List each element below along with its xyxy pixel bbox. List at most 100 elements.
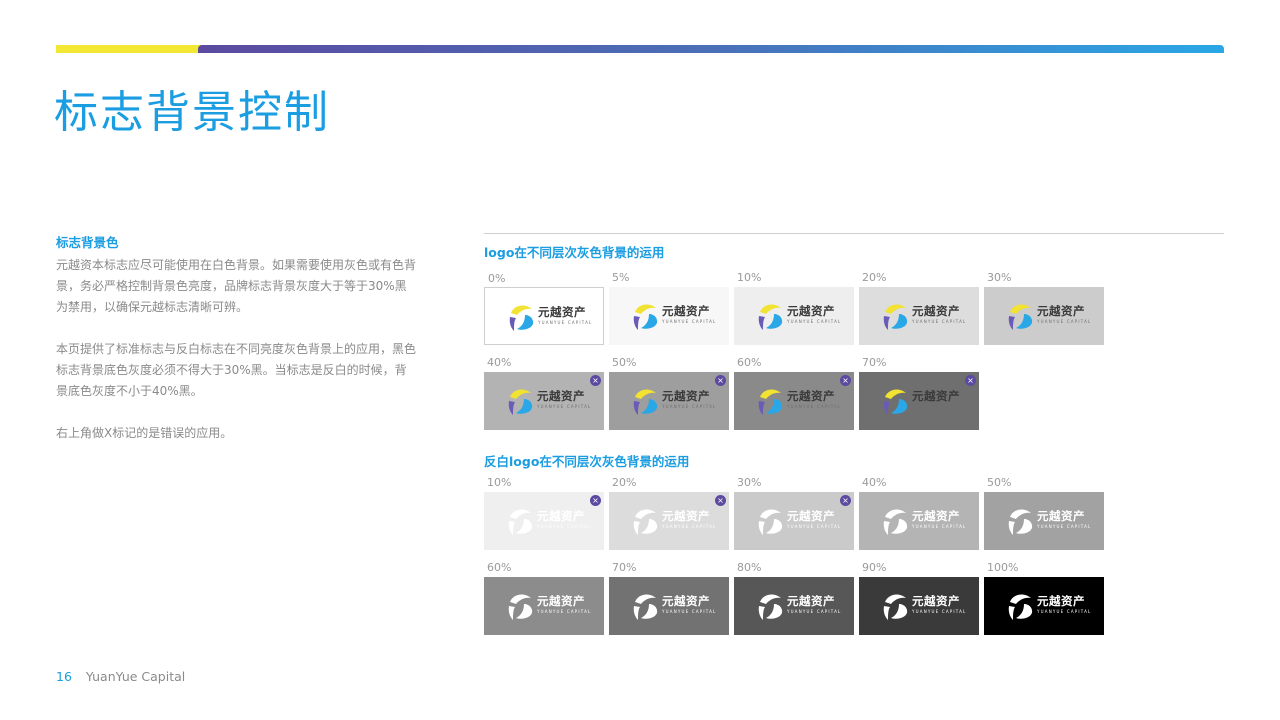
swatch-percent-label: 20% (612, 476, 637, 489)
logo-name-en: YUANYUE CAPITAL (1037, 319, 1092, 324)
logo-mark-icon (504, 505, 536, 537)
swatch-percent-label: 20% (862, 271, 887, 284)
logo-swatch: 20% 元越资产 YUANYUE CAPITAL × (609, 476, 729, 550)
logo-mark-icon (1004, 590, 1036, 622)
logo-mark-icon (629, 505, 661, 537)
logo-name-cn: 元越资产 (912, 304, 960, 318)
logo-text: 元越资产 YUANYUE CAPITAL (912, 304, 967, 325)
logo-text: 元越资产 YUANYUE CAPITAL (787, 594, 842, 615)
logo-text: 元越资产 YUANYUE CAPITAL (787, 304, 842, 325)
logo-name-en: YUANYUE CAPITAL (787, 319, 842, 324)
accent-bar-gradient (198, 45, 1224, 53)
logo-name-cn: 元越资产 (537, 594, 585, 608)
logo-name-cn: 元越资产 (787, 304, 835, 318)
error-x-icon: × (590, 375, 601, 386)
group-title-color-logo: logo在不同层次灰色背景的运用 (484, 245, 665, 260)
brand-logo-white: 元越资产 YUANYUE CAPITAL (504, 590, 590, 622)
logo-name-en: YUANYUE CAPITAL (662, 524, 717, 529)
swatch-percent-label: 70% (862, 356, 887, 369)
logo-name-cn: 元越资产 (1037, 304, 1085, 318)
brand-logo-color: 元越资产 YUANYUE CAPITAL (629, 385, 715, 417)
logo-name-en: YUANYUE CAPITAL (912, 319, 967, 324)
logo-name-cn: 元越资产 (912, 594, 960, 608)
page-number: 16 (56, 669, 72, 684)
swatch-percent-label: 40% (487, 356, 512, 369)
logo-mark-icon (629, 385, 661, 417)
logo-text: 元越资产 YUANYUE CAPITAL (912, 389, 967, 410)
error-x-icon: × (840, 375, 851, 386)
logo-name-cn: 元越资产 (787, 389, 835, 403)
brand-logo-white: 元越资产 YUANYUE CAPITAL (754, 505, 840, 537)
logo-text: 元越资产 YUANYUE CAPITAL (538, 305, 593, 326)
top-accent-bar (56, 45, 1224, 53)
logo-mark-icon (629, 300, 661, 332)
logo-name-en: YUANYUE CAPITAL (912, 524, 967, 529)
logo-swatch: 50% 元越资产 YUANYUE CAPITAL × (609, 356, 729, 430)
logo-name-en: YUANYUE CAPITAL (912, 609, 967, 614)
logo-name-en: YUANYUE CAPITAL (537, 404, 592, 409)
logo-text: 元越资产 YUANYUE CAPITAL (787, 389, 842, 410)
description-paragraph-2: 本页提供了标准标志与反白标志在不同亮度灰色背景上的应用，黑色标志背景底色灰度必须… (56, 342, 417, 398)
swatch-percent-label: 10% (487, 476, 512, 489)
logo-name-cn: 元越资产 (537, 389, 585, 403)
swatch-percent-label: 30% (987, 271, 1012, 284)
section-heading: 标志背景色 (56, 235, 119, 250)
logo-name-cn: 元越资产 (662, 509, 710, 523)
error-x-icon: × (840, 495, 851, 506)
swatch-percent-label: 0% (488, 272, 506, 285)
error-x-icon: × (715, 495, 726, 506)
logo-mark-icon (754, 385, 786, 417)
swatch-percent-label: 90% (862, 561, 887, 574)
logo-name-cn: 元越资产 (912, 389, 960, 403)
swatch-percent-label: 100% (987, 561, 1019, 574)
logo-mark-icon (879, 385, 911, 417)
swatch-percent-label: 30% (737, 476, 762, 489)
swatch-percent-label: 60% (487, 561, 512, 574)
logo-text: 元越资产 YUANYUE CAPITAL (912, 594, 967, 615)
logo-swatch: 20% 元越资产 YUANYUE CAPITAL (859, 271, 979, 345)
logo-name-en: YUANYUE CAPITAL (1037, 609, 1092, 614)
swatch-percent-label: 50% (612, 356, 637, 369)
swatch-percent-label: 50% (987, 476, 1012, 489)
brand-logo-color: 元越资产 YUANYUE CAPITAL (754, 300, 840, 332)
brand-logo-color: 元越资产 YUANYUE CAPITAL (879, 300, 965, 332)
logo-text: 元越资产 YUANYUE CAPITAL (537, 509, 592, 530)
logo-text: 元越资产 YUANYUE CAPITAL (912, 509, 967, 530)
logo-swatch: 60% 元越资产 YUANYUE CAPITAL (484, 561, 604, 635)
logo-mark-icon (754, 590, 786, 622)
swatch-percent-label: 40% (862, 476, 887, 489)
logo-name-en: YUANYUE CAPITAL (787, 609, 842, 614)
logo-swatch: 10% 元越资产 YUANYUE CAPITAL × (484, 476, 604, 550)
logo-text: 元越资产 YUANYUE CAPITAL (787, 509, 842, 530)
logo-mark-icon (504, 590, 536, 622)
brand-logo-color: 元越资产 YUANYUE CAPITAL (629, 300, 715, 332)
description-paragraph-3: 右上角做X标记的是错误的应用。 (56, 426, 233, 440)
logo-swatch: 90% 元越资产 YUANYUE CAPITAL (859, 561, 979, 635)
divider-rule (484, 233, 1224, 234)
swatch-percent-label: 10% (737, 271, 762, 284)
brand-logo-white: 元越资产 YUANYUE CAPITAL (879, 590, 965, 622)
logo-mark-icon (879, 300, 911, 332)
logo-mark-icon (505, 301, 537, 333)
logo-text: 元越资产 YUANYUE CAPITAL (1037, 304, 1092, 325)
logo-name-cn: 元越资产 (787, 594, 835, 608)
logo-mark-icon (629, 590, 661, 622)
description-column: 标志背景色 元越资本标志应尽可能使用在白色背景。如果需要使用灰色或有色背景，务必… (56, 232, 416, 465)
logo-mark-icon (1004, 300, 1036, 332)
logo-swatch: 0% 元越资产 YUANYUE CAPITAL (484, 272, 604, 345)
error-x-icon: × (965, 375, 976, 386)
logo-name-cn: 元越资产 (538, 305, 586, 319)
logo-text: 元越资产 YUANYUE CAPITAL (662, 304, 717, 325)
brand-logo-white: 元越资产 YUANYUE CAPITAL (879, 505, 965, 537)
brand-logo-color: 元越资产 YUANYUE CAPITAL (504, 385, 590, 417)
logo-name-en: YUANYUE CAPITAL (537, 524, 592, 529)
logo-swatch: 60% 元越资产 YUANYUE CAPITAL × (734, 356, 854, 430)
swatch-percent-label: 5% (612, 271, 630, 284)
brand-logo-color: 元越资产 YUANYUE CAPITAL (754, 385, 840, 417)
logo-mark-icon (879, 505, 911, 537)
logo-swatch: 70% 元越资产 YUANYUE CAPITAL (609, 561, 729, 635)
brand-logo-white: 元越资产 YUANYUE CAPITAL (629, 505, 715, 537)
logo-name-en: YUANYUE CAPITAL (912, 404, 967, 409)
logo-mark-icon (504, 385, 536, 417)
footer-brand: YuanYue Capital (85, 669, 186, 684)
